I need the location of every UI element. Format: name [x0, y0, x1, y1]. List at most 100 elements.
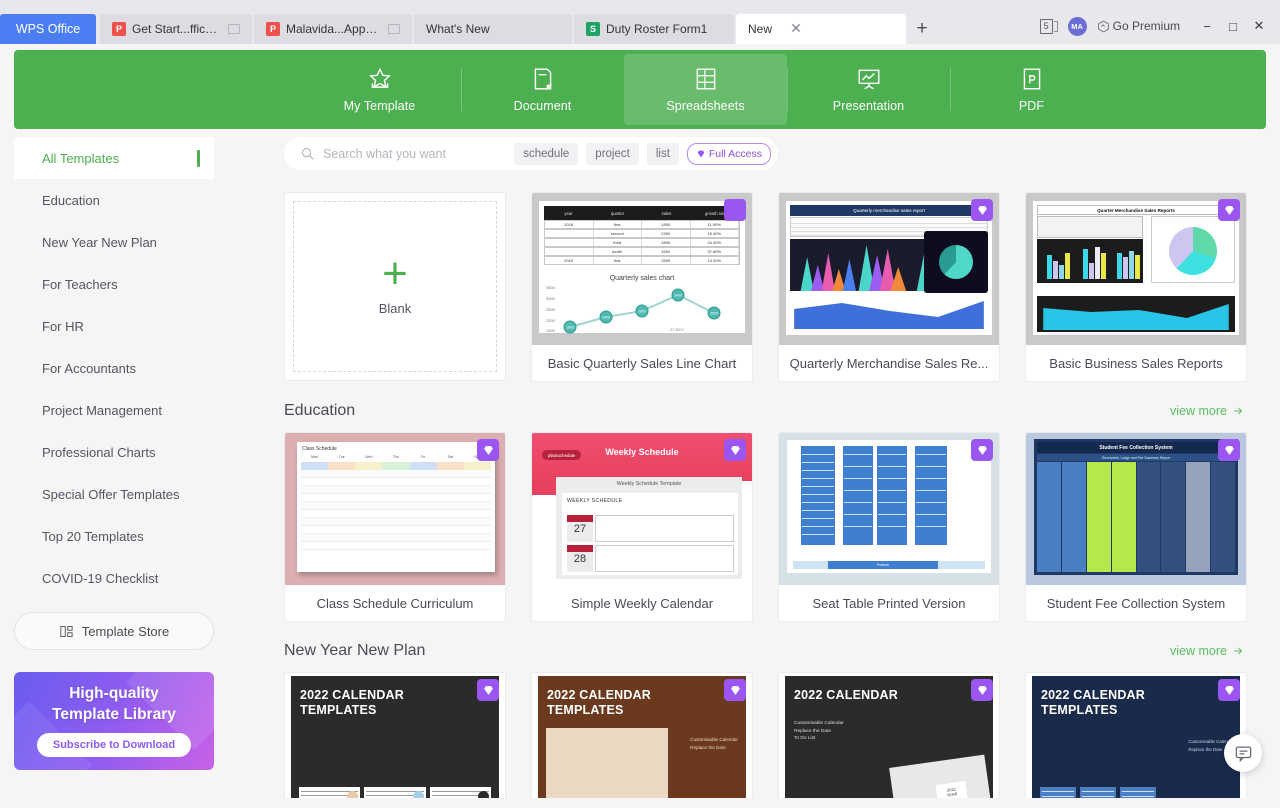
section-title: New Year New Plan — [284, 642, 426, 659]
sidebar-item-label: All Templates — [42, 150, 120, 166]
sidebar-item-label: New Year New Plan — [42, 234, 157, 250]
card-blank[interactable]: + Blank — [284, 192, 506, 381]
nav-my-template[interactable]: My Template — [298, 54, 461, 125]
calendar-title: 2022 CALENDAR TEMPLATES — [1041, 688, 1146, 717]
arrow-right-icon — [1234, 407, 1243, 415]
thumbnail: Quarterly merchandise sales report — [779, 193, 999, 345]
full-access-button[interactable]: Full Access — [686, 142, 771, 165]
sidebar-item-covid-19-checklist[interactable]: COVID-19 Checklist — [14, 557, 214, 599]
card-class-schedule-curriculum[interactable]: Class Schedule MonTueWedThuFriSatSun — [284, 432, 506, 622]
diamond-icon — [730, 685, 740, 695]
template-store-button[interactable]: Template Store — [14, 612, 214, 650]
sidebar-item-for-teachers[interactable]: For Teachers — [14, 263, 214, 305]
avatar[interactable]: MA — [1067, 16, 1087, 36]
premium-badge — [477, 679, 499, 701]
sidebar-item-project-management[interactable]: Project Management — [14, 389, 214, 431]
chip-list[interactable]: list — [646, 142, 679, 165]
star-icon — [368, 67, 391, 89]
sidebar-item-new-year-new-plan[interactable]: New Year New Plan — [14, 221, 214, 263]
card-calendar-templates-1[interactable]: 2022 CALENDAR TEMPLATES — [284, 672, 506, 798]
diamond-icon — [977, 445, 987, 455]
full-access-label: Full Access — [708, 147, 762, 160]
close-icon[interactable]: ✕ — [788, 21, 804, 37]
card-calendar-templates-2[interactable]: 2022 CALENDAR TEMPLATES Customisable Cal… — [531, 672, 753, 798]
nav-document[interactable]: Document — [461, 54, 624, 125]
diamond-icon — [1224, 685, 1234, 695]
window-buttons: − □ ✕ — [1194, 15, 1272, 37]
tab-whats-new[interactable]: What's New — [414, 14, 572, 44]
sidebar-item-label: Special Offer Templates — [42, 486, 180, 502]
thumbnail: 2022 CALENDAR TEMPLATES — [285, 673, 505, 798]
svg-text:2800: 2800 — [638, 310, 646, 314]
tab-wps-office[interactable]: WPS Office — [0, 14, 96, 44]
presentation-icon — [858, 69, 879, 90]
chat-support-button[interactable] — [1224, 734, 1262, 772]
minimize-button[interactable]: − — [1194, 15, 1220, 37]
sidebar-item-label: Professional Charts — [42, 444, 156, 460]
document-count-badge[interactable]: 5 — [1039, 18, 1058, 34]
card-quarterly-merchandise-sales-report[interactable]: Quarterly merchandise sales report Quart… — [778, 192, 1000, 382]
nav-spreadsheets[interactable]: Spreadsheets — [624, 54, 787, 125]
sidebar-item-professional-charts[interactable]: Professional Charts — [14, 431, 214, 473]
tab-get-started-pdf[interactable]: P Get Start...ffice.pdf — [100, 14, 252, 44]
maximize-button[interactable]: □ — [1220, 15, 1246, 37]
crown-badge-icon — [1097, 20, 1109, 32]
card-simple-weekly-calendar[interactable]: plantuchedule Weekly Schedule Weekly Sch… — [531, 432, 753, 622]
card-basic-quarterly-sales-line-chart[interactable]: year quarter sales growth rate 2018 first 180… — [531, 192, 753, 382]
go-premium-button[interactable]: Go Premium — [1097, 19, 1180, 33]
subscribe-button[interactable]: Subscribe to Download — [36, 733, 192, 757]
sidebar-item-label: Top 20 Templates — [42, 528, 144, 544]
view-more-new-year-new-plan[interactable]: view more — [1170, 644, 1244, 658]
chip-project[interactable]: project — [586, 142, 639, 165]
sidebar-item-education[interactable]: Education — [14, 179, 214, 221]
browser-tab-bar: WPS Office P Get Start...ffice.pdf P Mal… — [0, 0, 1280, 44]
thumbnail: 2022 CALENDAR TEMPLATES Customisable Cal… — [532, 673, 752, 798]
tab-new[interactable]: New ✕ — [736, 14, 906, 44]
diamond-icon — [977, 685, 987, 695]
close-window-button[interactable]: ✕ — [1246, 15, 1272, 37]
nav-presentation[interactable]: Presentation — [787, 54, 950, 125]
diamond-icon — [697, 150, 705, 157]
premium-badge — [1218, 679, 1240, 701]
tab-duty-roster-form1[interactable]: S Duty Roster Form1 — [574, 14, 734, 44]
diamond-icon — [977, 205, 987, 215]
arrow-right-icon — [1234, 647, 1243, 655]
cast-icon[interactable] — [388, 24, 400, 34]
premium-badge — [724, 439, 746, 461]
sidebar-item-top-20-templates[interactable]: Top 20 Templates — [14, 515, 214, 557]
main-area: All Templates Education New Year New Pla… — [0, 129, 1280, 798]
nav-pdf[interactable]: PDF — [950, 54, 1113, 125]
go-premium-label: Go Premium — [1112, 19, 1180, 33]
card-basic-business-sales-reports[interactable]: Quarter Merchandise Sales Reports Basic … — [1025, 192, 1247, 382]
cast-icon[interactable] — [228, 24, 240, 34]
document-count-value: 5 — [1039, 18, 1053, 34]
sidebar-item-for-accountants[interactable]: For Accountants — [14, 347, 214, 389]
search-input[interactable] — [323, 146, 507, 161]
sidebar-item-label: Education — [42, 192, 100, 208]
promo-banner[interactable]: High-quality Template Library Subscribe … — [14, 672, 214, 770]
sidebar-item-label: Project Management — [42, 402, 162, 418]
svg-text:3600: 3600 — [546, 285, 556, 290]
view-more-label: view more — [1170, 644, 1227, 658]
card-calendar-templates-4[interactable]: 2022 CALENDAR TEMPLATES Customisable Cal… — [1025, 672, 1247, 798]
view-more-education[interactable]: view more — [1170, 404, 1244, 418]
tab-label: Malavida...Apps.pdf — [286, 22, 382, 36]
section-header-new-year-new-plan: New Year New Plan view more — [284, 642, 1260, 660]
sidebar-item-special-offer-templates[interactable]: Special Offer Templates — [14, 473, 214, 515]
card-title: Student Fee Collection System — [1046, 595, 1226, 611]
tab-label: What's New — [426, 22, 490, 36]
card-student-fee-collection-system[interactable]: Student Fee Collection System Receivable… — [1025, 432, 1247, 622]
card-title: Basic Quarterly Sales Line Chart — [547, 355, 737, 371]
diamond-icon — [731, 283, 740, 292]
new-tab-button[interactable]: + — [908, 14, 936, 44]
chip-schedule[interactable]: schedule — [514, 142, 579, 165]
active-marker — [196, 149, 200, 167]
svg-text:2000: 2000 — [546, 318, 556, 323]
tab-label: Get Start...ffice.pdf — [132, 22, 222, 36]
tab-malavida-pdf[interactable]: P Malavida...Apps.pdf — [254, 14, 412, 44]
sidebar-item-all-templates[interactable]: All Templates — [14, 137, 214, 179]
sidebar-item-for-hr[interactable]: For HR — [14, 305, 214, 347]
template-row-featured: + Blank year quarter sales growth rate 2018… — [284, 192, 1260, 382]
card-calendar-templates-3[interactable]: 2022 CALENDAR Customisable Calendar Repla… — [778, 672, 1000, 798]
card-seat-table-printed-version[interactable]: Podium Seat Table Printed Version — [778, 432, 1000, 622]
